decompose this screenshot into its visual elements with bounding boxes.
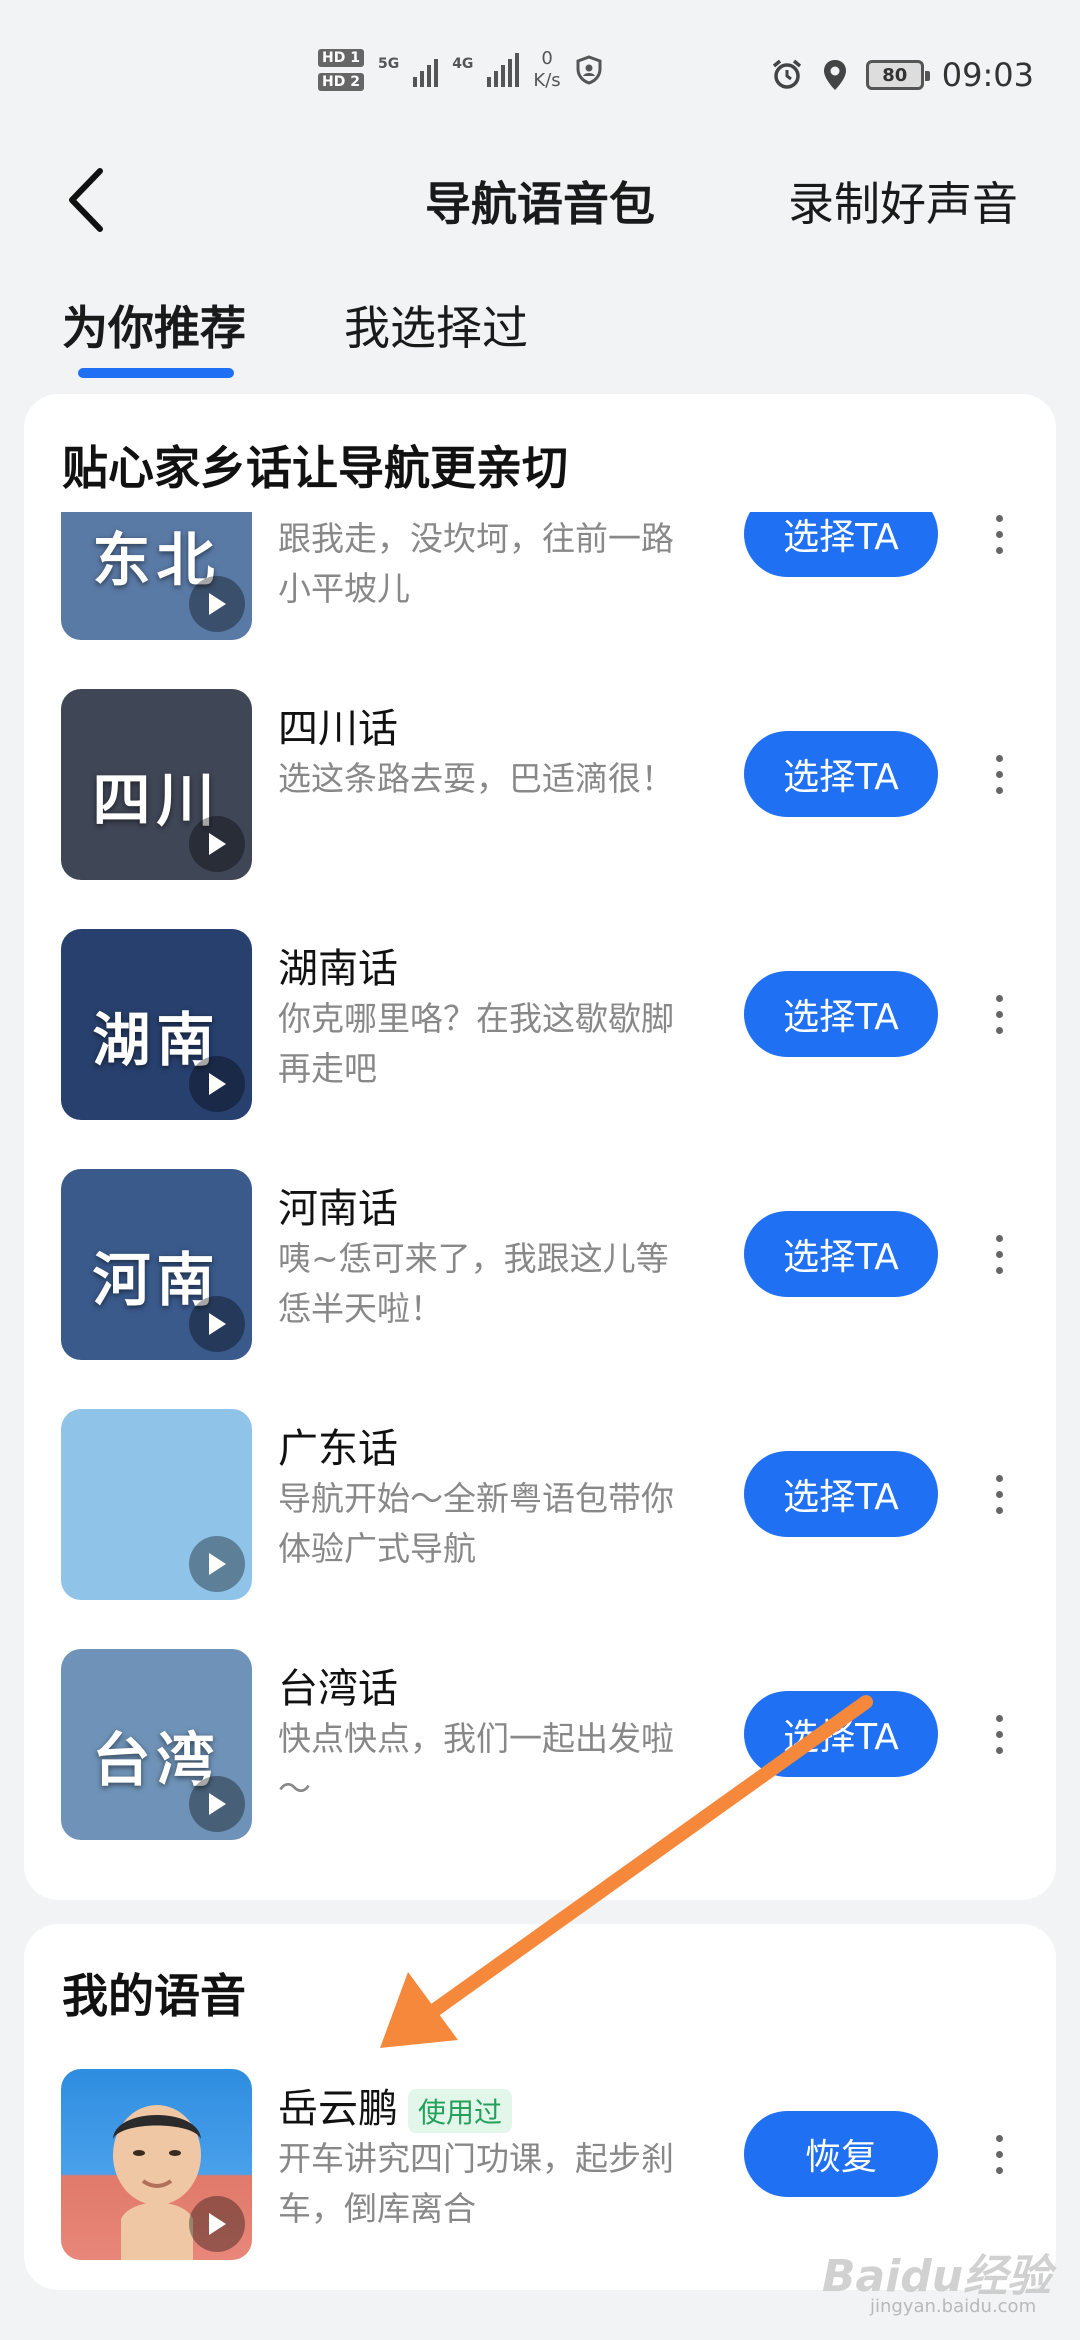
voice-description: 导航开始～全新粤语包带你体验广式导航 — [278, 1479, 674, 1568]
voice-thumbnail[interactable]: 台湾 — [61, 1649, 252, 1840]
voice-name: 广东话 — [278, 1426, 398, 1472]
voice-name: 岳云鹏 使用过 — [278, 2076, 513, 2134]
dialect-list-viewport[interactable]: 东北 东北话 跟我走，没坎坷，往前一路小平坡儿 选择TA 四川 四川话 选这条路… — [24, 512, 1056, 1900]
recommend-card: 贴心家乡话让导航更亲切 东北 东北话 跟我走，没坎坷，往前一路小平坡儿 选择TA… — [24, 394, 1056, 1900]
play-icon[interactable] — [189, 576, 245, 632]
select-button[interactable]: 选择TA — [744, 512, 938, 577]
status-right: 80 09:03 — [770, 56, 1034, 94]
speed-value: 0 — [541, 48, 553, 69]
hd2-badge: HD 2 — [318, 73, 364, 91]
tab-indicator — [78, 368, 234, 378]
select-button[interactable]: 选择TA — [744, 731, 938, 817]
network-5g-label: 5G — [377, 56, 400, 72]
tab-selected-before[interactable]: 我选择过 — [344, 292, 528, 358]
voice-name-text: 岳云鹏 — [278, 2086, 398, 2132]
voice-description: 选这条路去耍，巴适滴很！ — [278, 759, 674, 798]
signal-icon — [487, 53, 520, 87]
voice-name: 湖南话 — [278, 946, 398, 992]
play-icon[interactable] — [189, 1776, 245, 1832]
clock: 09:03 — [941, 56, 1034, 94]
list-item[interactable]: 岳云鹏 使用过 开车讲究四门功课，起步刹车，倒库离合 恢复 — [24, 2024, 1056, 2264]
play-icon[interactable] — [189, 1296, 245, 1352]
more-options-icon[interactable] — [984, 512, 1014, 564]
list-item[interactable]: 河南 河南话 咦~恁可来了，我跟这儿等恁半天啦！ 选择TA — [24, 1124, 1056, 1364]
watermark-url: jingyan.baidu.com — [870, 2296, 1037, 2317]
network-speed: 0 K/s — [533, 48, 560, 92]
voice-name: 台湾话 — [278, 1666, 398, 1712]
voice-description: 开车讲究四门功课，起步刹车，倒库离合 — [278, 2139, 674, 2228]
dialect-list: 东北 东北话 跟我走，没坎坷，往前一路小平坡儿 选择TA 四川 四川话 选这条路… — [24, 512, 1056, 1844]
list-item[interactable]: 东北 东北话 跟我走，没坎坷，往前一路小平坡儿 选择TA — [24, 512, 1056, 644]
location-icon — [823, 60, 846, 90]
play-icon[interactable] — [189, 1536, 245, 1592]
top-bar: 导航语音包 录制好声音 — [0, 150, 1080, 250]
signal-icon — [413, 53, 439, 87]
voice-thumbnail[interactable]: 河南 — [61, 1169, 252, 1360]
select-button[interactable]: 选择TA — [744, 1691, 938, 1777]
select-button[interactable]: 选择TA — [744, 971, 938, 1057]
alarm-icon — [772, 59, 801, 89]
voice-thumbnail[interactable]: 湖南 — [61, 929, 252, 1120]
network-4g-label: 4G — [452, 56, 474, 72]
more-options-icon[interactable] — [984, 984, 1014, 1044]
more-options-icon[interactable] — [984, 1224, 1014, 1284]
my-voice-title: 我的语音 — [62, 1969, 246, 2023]
list-item[interactable]: 台湾 台湾话 快点快点，我们一起出发啦～ 选择TA — [24, 1604, 1056, 1844]
tab-bar: 为你推荐 我选择过 — [0, 292, 1080, 382]
tab-recommended[interactable]: 为你推荐 — [62, 292, 246, 358]
restore-button[interactable]: 恢复 — [744, 2111, 938, 2197]
voice-description: 咦~恁可来了，我跟这儿等恁半天啦！ — [278, 1239, 669, 1328]
used-tag: 使用过 — [408, 2089, 513, 2133]
list-item[interactable]: 湖南 湖南话 你克哪里咯？在我这歇歇脚再走吧 选择TA — [24, 884, 1056, 1124]
play-icon[interactable] — [189, 816, 245, 872]
battery-indicator: 80 — [865, 60, 930, 90]
my-voice-card: 我的语音 岳云鹏 使用过 开车讲究四门功课，起步刹车，倒库离合 恢复 — [24, 1924, 1056, 2290]
voice-thumbnail[interactable] — [61, 2069, 252, 2260]
hd-indicators: HD 1 HD 2 — [318, 49, 364, 91]
watermark-logo: Baidu经验 — [822, 2251, 1052, 2302]
hd1-badge: HD 1 — [318, 49, 364, 67]
shield-icon — [576, 55, 602, 85]
voice-name: 河南话 — [278, 1186, 398, 1232]
voice-thumbnail[interactable] — [61, 1409, 252, 1600]
play-icon[interactable] — [189, 2196, 245, 2252]
list-item[interactable]: 四川 四川话 选这条路去耍，巴适滴很！ 选择TA — [24, 644, 1056, 884]
speed-unit: K/s — [533, 70, 561, 91]
recommend-title: 贴心家乡话让导航更亲切 — [62, 441, 568, 495]
more-options-icon[interactable] — [984, 2124, 1014, 2184]
voice-name: 四川话 — [278, 706, 398, 752]
voice-thumbnail[interactable]: 四川 — [61, 689, 252, 880]
more-options-icon[interactable] — [984, 1704, 1014, 1764]
status-bar: HD 1 HD 2 5G 4G 0 K/s 80 09:03 — [0, 0, 1080, 150]
voice-description: 跟我走，没坎坷，往前一路小平坡儿 — [278, 519, 674, 608]
select-button[interactable]: 选择TA — [744, 1211, 938, 1297]
more-options-icon[interactable] — [984, 744, 1014, 804]
voice-description: 你克哪里咯？在我这歇歇脚再走吧 — [278, 999, 674, 1088]
more-options-icon[interactable] — [984, 1464, 1014, 1524]
status-left: HD 1 HD 2 5G 4G 0 K/s — [318, 48, 603, 92]
play-icon[interactable] — [189, 1056, 245, 1112]
voice-description: 快点快点，我们一起出发啦～ — [278, 1719, 674, 1808]
list-item[interactable]: 广东话 导航开始～全新粤语包带你体验广式导航 选择TA — [24, 1364, 1056, 1604]
record-voice-link[interactable]: 录制好声音 — [788, 168, 1018, 234]
voice-thumbnail[interactable]: 东北 — [61, 512, 252, 640]
select-button[interactable]: 选择TA — [744, 1451, 938, 1537]
